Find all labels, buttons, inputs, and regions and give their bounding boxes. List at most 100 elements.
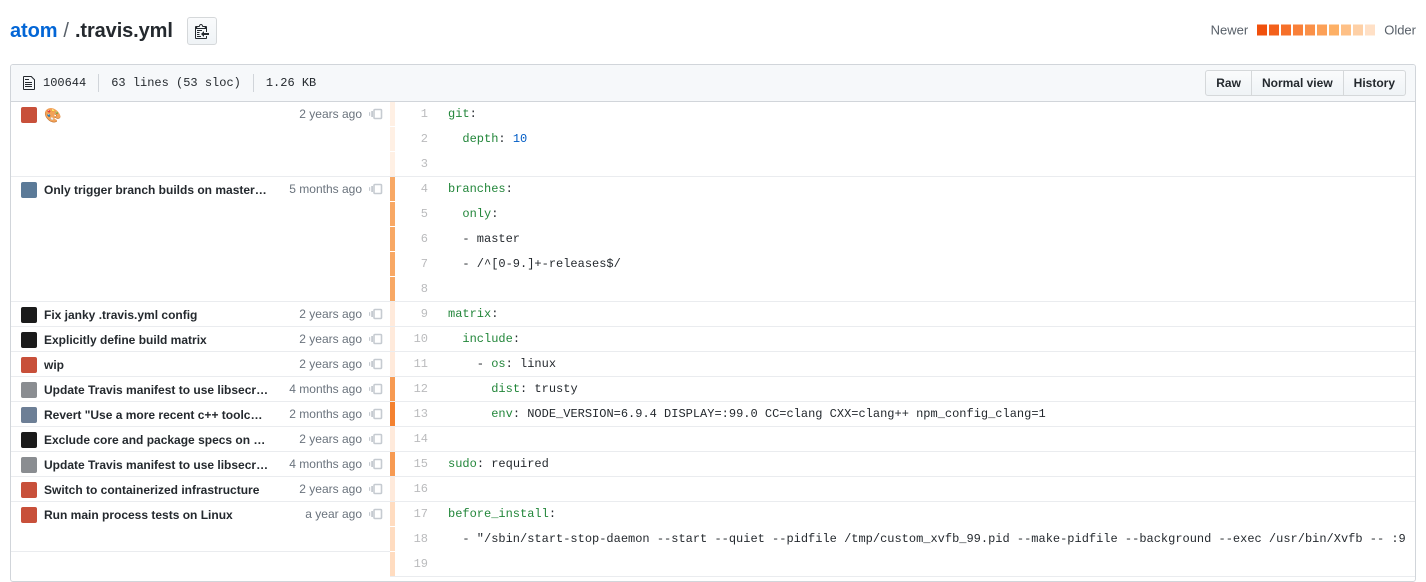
history-button[interactable]: History: [1344, 70, 1406, 96]
commit-message[interactable]: Switch to containerized infrastructure: [44, 482, 259, 498]
code-token: [448, 207, 462, 221]
reblame-button[interactable]: [362, 456, 390, 472]
commit-timestamp: 2 years ago: [291, 306, 362, 322]
avatar[interactable]: [21, 382, 37, 398]
line-number[interactable]: 13: [395, 402, 439, 426]
file-header: 100644 63 lines (53 sloc) 1.26 KB Raw No…: [11, 65, 1415, 102]
reblame-button[interactable]: [362, 106, 390, 122]
code-token: - "/sbin/start-stop-daemon --start --qui…: [448, 532, 1406, 546]
code-line: git:: [439, 102, 1415, 126]
line-number[interactable]: 16: [395, 477, 439, 501]
code-token: only: [462, 207, 491, 221]
code-token: git: [448, 107, 470, 121]
avatar[interactable]: [21, 482, 37, 498]
code-line: - master: [439, 227, 1415, 251]
blame-commit: Explicitly define build matrix: [11, 331, 291, 348]
reblame-button[interactable]: [362, 481, 390, 497]
blame-commit: wip: [11, 356, 291, 373]
reblame-button[interactable]: [362, 181, 390, 197]
avatar[interactable]: [21, 182, 37, 198]
normal-view-button[interactable]: Normal view: [1252, 70, 1344, 96]
line-number[interactable]: 4: [395, 177, 439, 201]
avatar[interactable]: [21, 357, 37, 373]
commit-timestamp: 2 years ago: [291, 481, 362, 497]
commit-message[interactable]: Run main process tests on Linux: [44, 507, 233, 523]
commit-message[interactable]: Revert "Use a more recent c++ toolc…: [44, 407, 262, 423]
line-number[interactable]: 12: [395, 377, 439, 401]
code-token: [448, 407, 491, 421]
line-number[interactable]: 1: [395, 102, 439, 126]
reblame-button[interactable]: [362, 356, 390, 372]
reblame-button[interactable]: [362, 431, 390, 447]
avatar[interactable]: [21, 107, 37, 123]
commit-message[interactable]: 🎨: [44, 107, 61, 123]
commit-message[interactable]: Fix janky .travis.yml config: [44, 307, 197, 323]
line-number[interactable]: 9: [395, 302, 439, 326]
commit-timestamp: 5 months ago: [281, 181, 362, 197]
age-legend-swatch-4: [1293, 25, 1303, 36]
reblame-button[interactable]: [362, 381, 390, 397]
age-legend-swatch-6: [1317, 25, 1327, 36]
line-number[interactable]: 18: [395, 527, 439, 551]
commit-message[interactable]: wip: [44, 357, 64, 373]
line-number[interactable]: 6: [395, 227, 439, 251]
blame-commit: Revert "Use a more recent c++ toolc…: [11, 406, 281, 423]
avatar[interactable]: [21, 457, 37, 473]
code-line-row: 1git:: [390, 102, 1415, 127]
breadcrumb-repo-link[interactable]: atom: [10, 20, 57, 43]
code-token: - /^[0-9.]+-releases$/: [448, 257, 621, 271]
code-line: depth: 10: [439, 127, 1415, 151]
code-token: matrix: [448, 307, 491, 321]
raw-button[interactable]: Raw: [1205, 70, 1252, 96]
line-number[interactable]: 7: [395, 252, 439, 276]
line-number[interactable]: 8: [395, 277, 439, 301]
code-token: :: [513, 332, 520, 346]
code-line-row: 9matrix:: [390, 302, 1415, 327]
commit-message[interactable]: Exclude core and package specs on …: [44, 432, 265, 448]
line-number[interactable]: 2: [395, 127, 439, 151]
code-line-row: 13 env: NODE_VERSION=6.9.4 DISPLAY=:99.0…: [390, 402, 1415, 427]
age-legend-swatch-1: [1257, 25, 1267, 36]
code-line: only:: [439, 202, 1415, 226]
commit-timestamp: 2 years ago: [291, 106, 362, 122]
line-number[interactable]: 17: [395, 502, 439, 526]
code-token: :: [470, 107, 477, 121]
avatar[interactable]: [21, 307, 37, 323]
code-line-row: 15sudo: required: [390, 452, 1415, 477]
code-token: :: [491, 207, 498, 221]
commit-message[interactable]: Update Travis manifest to use libsecr…: [44, 457, 268, 473]
code-token: branches: [448, 182, 506, 196]
line-number[interactable]: 11: [395, 352, 439, 376]
commit-message[interactable]: Only trigger branch builds on master…: [44, 182, 267, 198]
line-number[interactable]: 3: [395, 152, 439, 176]
code-line: branches:: [439, 177, 1415, 201]
code-line-row: 4branches:: [390, 177, 1415, 202]
reblame-button[interactable]: [362, 306, 390, 322]
blame-page: atom / .travis.yml Newer Older 1: [0, 0, 1426, 582]
avatar[interactable]: [21, 432, 37, 448]
copy-path-button[interactable]: [187, 17, 217, 45]
code-line-row: 5 only:: [390, 202, 1415, 227]
file-mode: 100644: [43, 76, 86, 90]
reblame-button[interactable]: [362, 506, 390, 522]
code-token: before_install: [448, 507, 549, 521]
avatar[interactable]: [21, 332, 37, 348]
clipboard-icon: [195, 23, 209, 39]
line-number[interactable]: 10: [395, 327, 439, 351]
reblame-button[interactable]: [362, 406, 390, 422]
line-number[interactable]: 5: [395, 202, 439, 226]
line-number[interactable]: 14: [395, 427, 439, 451]
blame-commit: Only trigger branch builds on master…: [11, 181, 281, 198]
commit-message[interactable]: Explicitly define build matrix: [44, 332, 207, 348]
line-number[interactable]: 15: [395, 452, 439, 476]
line-number[interactable]: 19: [395, 552, 439, 576]
age-legend-swatch-3: [1281, 25, 1291, 36]
blame-commit: Fix janky .travis.yml config: [11, 306, 291, 323]
blame-commit-column: 🎨 2 years ago Only trigger branch builds o…: [11, 102, 390, 577]
code-line: before_install:: [439, 502, 1415, 526]
reblame-button[interactable]: [362, 331, 390, 347]
avatar[interactable]: [21, 407, 37, 423]
code-token: [448, 332, 462, 346]
commit-message[interactable]: Update Travis manifest to use libsecr…: [44, 382, 268, 398]
avatar[interactable]: [21, 507, 37, 523]
